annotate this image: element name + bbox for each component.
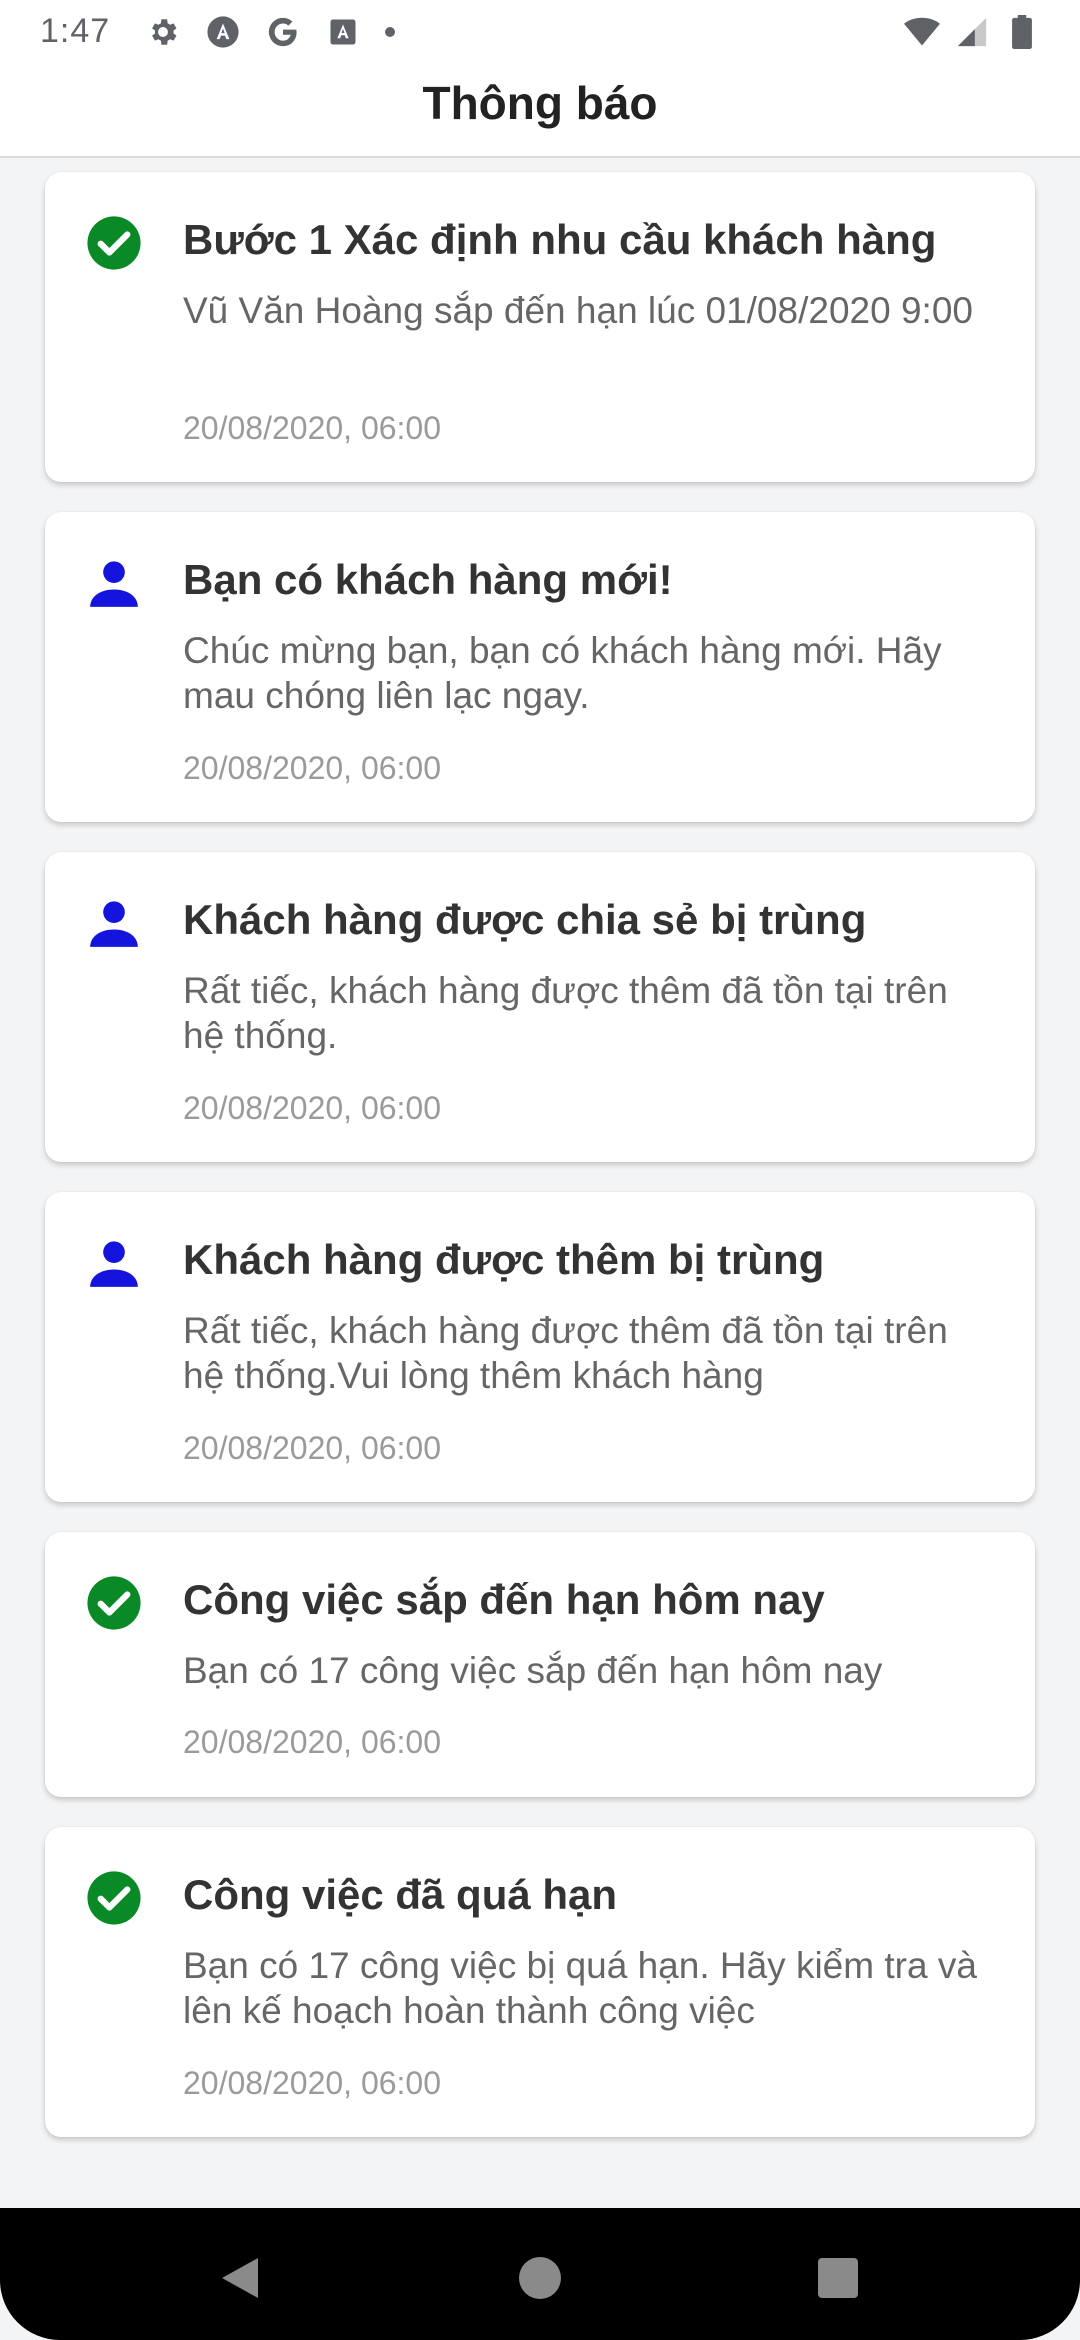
notification-title: Bạn có khách hàng mới! xyxy=(183,556,673,603)
gear-icon xyxy=(145,14,181,50)
person-icon xyxy=(85,894,143,952)
notification-time: 20/08/2020, 06:00 xyxy=(183,1724,442,1760)
home-icon[interactable] xyxy=(510,2248,570,2308)
check-circle-icon xyxy=(85,214,143,272)
status-time: 1:47 xyxy=(40,12,111,50)
notification-body: Rất tiếc, khách hàng được thêm đã tồn tạ… xyxy=(183,1310,948,1396)
notification-title: Khách hàng được chia sẻ bị trùng xyxy=(183,896,867,943)
check-circle-icon xyxy=(85,1574,143,1632)
status-icons-right xyxy=(904,14,1040,50)
wifi-icon xyxy=(904,14,940,50)
notification-body: Bạn có 17 công việc bị quá hạn. Hãy kiểm… xyxy=(183,1945,977,2031)
person-icon xyxy=(85,554,143,612)
notification-body: Chúc mừng bạn, bạn có khách hàng mới. Hã… xyxy=(183,630,942,716)
person-icon xyxy=(85,1234,143,1292)
notification-time: 20/08/2020, 06:00 xyxy=(183,2065,442,2101)
page-title: Thông báo xyxy=(422,77,658,129)
signal-icon xyxy=(954,14,990,50)
notification-time: 20/08/2020, 06:00 xyxy=(183,1090,442,1126)
notification-card[interactable]: Bạn có khách hàng mới! Chúc mừng bạn, bạ… xyxy=(45,512,1035,822)
notification-card[interactable]: Bước 1 Xác định nhu cầu khách hàng Vũ Vă… xyxy=(45,172,1035,482)
notification-title: Khách hàng được thêm bị trùng xyxy=(183,1236,825,1283)
notification-body: Rất tiếc, khách hàng được thêm đã tồn tạ… xyxy=(183,970,948,1056)
notification-time: 20/08/2020, 06:00 xyxy=(183,1430,442,1466)
recents-icon[interactable] xyxy=(808,2248,868,2308)
notification-body: Vũ Văn Hoàng sắp đến hạn lúc 01/08/2020 … xyxy=(183,290,973,331)
notification-body: Bạn có 17 công việc sắp đến hạn hôm nay xyxy=(183,1650,883,1691)
status-bar: 1:47 xyxy=(0,0,1080,60)
check-circle-icon xyxy=(85,1869,143,1927)
notification-title: Công việc sắp đến hạn hôm nay xyxy=(183,1576,825,1623)
notification-card[interactable]: Công việc sắp đến hạn hôm nay Bạn có 17 … xyxy=(45,1532,1035,1797)
notification-card[interactable]: Khách hàng được chia sẻ bị trùng Rất tiế… xyxy=(45,852,1035,1162)
back-icon[interactable] xyxy=(210,2248,270,2308)
a-circle-icon xyxy=(205,14,241,50)
battery-icon xyxy=(1004,14,1040,50)
status-icons-left xyxy=(145,14,395,50)
notification-dot-icon xyxy=(385,27,395,37)
notification-title: Công việc đã quá hạn xyxy=(183,1871,618,1918)
notification-card[interactable]: Khách hàng được thêm bị trùng Rất tiếc, … xyxy=(45,1192,1035,1502)
a-box-icon xyxy=(325,14,361,50)
app-header: Thông báo xyxy=(0,60,1080,158)
google-icon xyxy=(265,14,301,50)
notification-time: 20/08/2020, 06:00 xyxy=(183,750,442,786)
system-nav-bar xyxy=(0,2208,1080,2340)
notification-card[interactable]: Công việc đã quá hạn Bạn có 17 công việc… xyxy=(45,1827,1035,2137)
notification-title: Bước 1 Xác định nhu cầu khách hàng xyxy=(183,216,937,263)
notification-time: 20/08/2020, 06:00 xyxy=(183,410,442,446)
